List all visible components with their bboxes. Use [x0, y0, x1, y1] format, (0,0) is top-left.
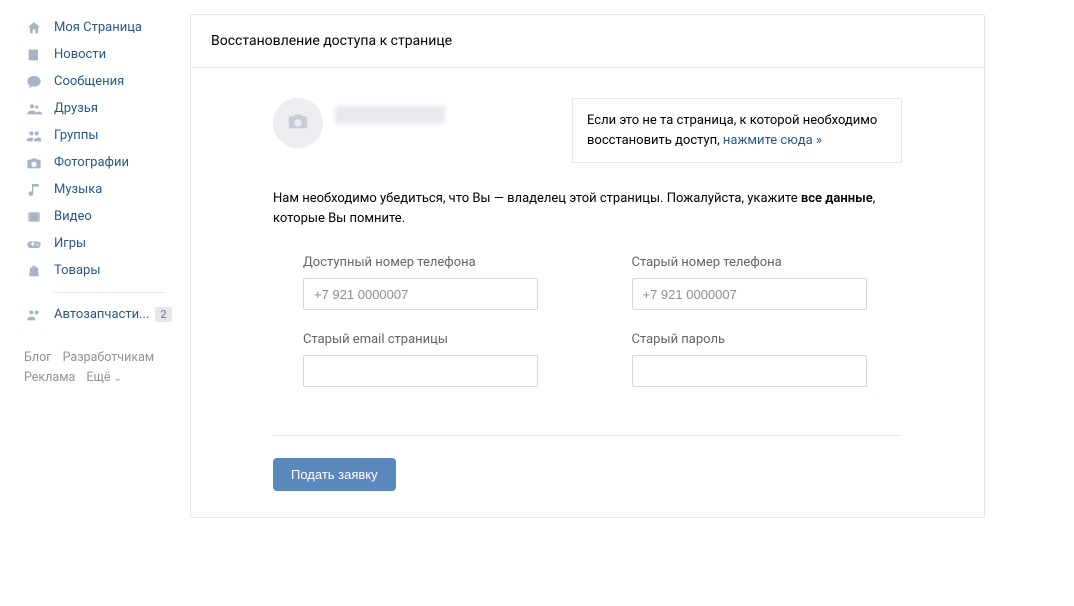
nav-photos[interactable]: Фотографии: [24, 149, 190, 176]
label-available-phone: Доступный номер телефона: [303, 255, 574, 270]
nav-label: Музыка: [54, 182, 102, 197]
input-old-email[interactable]: [303, 355, 538, 387]
footer-ads-link[interactable]: Реклама: [24, 370, 75, 385]
nav-label: Друзья: [54, 101, 98, 116]
people-icon: [24, 99, 44, 119]
intro-text: Нам необходимо убедиться, что Вы — владе…: [273, 189, 902, 229]
music-icon: [24, 180, 44, 200]
people-icon: [24, 305, 44, 325]
footer-links: Блог Разработчикам Реклама Ещё ⌄: [24, 348, 190, 389]
profile-row: Если это не та страница, к которой необх…: [273, 98, 902, 163]
footer-more-link[interactable]: Ещё ⌄: [86, 370, 122, 385]
wrong-page-link[interactable]: нажмите сюда »: [723, 133, 822, 148]
nav-label: Сообщения: [54, 74, 124, 89]
label-old-email: Старый email страницы: [303, 332, 574, 347]
nav-games[interactable]: Игры: [24, 230, 190, 257]
sidebar: Моя Страница Новости Сообщения Друзья Гр…: [0, 0, 190, 389]
nav-video[interactable]: Видео: [24, 203, 190, 230]
gamepad-icon: [24, 234, 44, 254]
footer-developers-link[interactable]: Разработчикам: [63, 350, 155, 365]
nav-label: Фотографии: [54, 155, 129, 170]
nav-market[interactable]: Товары: [24, 257, 190, 284]
field-old-password: Старый пароль: [632, 332, 903, 387]
nav-news[interactable]: Новости: [24, 41, 190, 68]
film-icon: [24, 207, 44, 227]
label-old-phone: Старый номер телефона: [632, 255, 903, 270]
bag-icon: [24, 261, 44, 281]
badge-count: 2: [155, 307, 171, 322]
camera-icon: [287, 110, 309, 136]
input-old-password[interactable]: [632, 355, 867, 387]
field-old-phone: Старый номер телефона: [632, 255, 903, 310]
field-old-email: Старый email страницы: [303, 332, 574, 387]
submit-button[interactable]: Подать заявку: [273, 458, 396, 491]
form-divider: [273, 435, 902, 436]
nav-messages[interactable]: Сообщения: [24, 68, 190, 95]
nav-label: Моя Страница: [54, 20, 142, 35]
nav-label: Игры: [54, 236, 86, 251]
group-icon: [24, 126, 44, 146]
label-old-password: Старый пароль: [632, 332, 903, 347]
nav-list: Моя Страница Новости Сообщения Друзья Гр…: [24, 14, 190, 284]
nav-music[interactable]: Музыка: [24, 176, 190, 203]
nav-auto-parts[interactable]: Автозапчасти... 2: [24, 301, 190, 328]
input-available-phone[interactable]: [303, 278, 538, 310]
page-title: Восстановление доступа к странице: [191, 15, 984, 68]
avatar-placeholder: [273, 98, 323, 148]
newspaper-icon: [24, 45, 44, 65]
nav-label: Группы: [54, 128, 98, 143]
field-available-phone: Доступный номер телефона: [303, 255, 574, 310]
nav-my-page[interactable]: Моя Страница: [24, 14, 190, 41]
nav-friends[interactable]: Друзья: [24, 95, 190, 122]
nav-label: Новости: [54, 47, 106, 62]
footer-blog-link[interactable]: Блог: [24, 350, 51, 365]
wrong-page-note: Если это не та страница, к которой необх…: [572, 98, 902, 163]
profile-name-blurred: [335, 106, 445, 124]
bubble-icon: [24, 72, 44, 92]
nav-label: Видео: [54, 209, 92, 224]
nav-groups[interactable]: Группы: [24, 122, 190, 149]
nav-label: Автозапчасти...: [54, 307, 149, 322]
home-icon: [24, 18, 44, 38]
restore-form: Доступный номер телефона Старый номер те…: [273, 255, 902, 387]
nav-list-extra: Автозапчасти... 2: [24, 301, 190, 328]
camera-icon: [24, 153, 44, 173]
nav-label: Товары: [54, 263, 100, 278]
main-card: Восстановление доступа к странице Если э…: [190, 14, 985, 518]
input-old-phone[interactable]: [632, 278, 867, 310]
chevron-down-icon: ⌄: [114, 373, 122, 384]
sidebar-divider: [54, 292, 164, 293]
